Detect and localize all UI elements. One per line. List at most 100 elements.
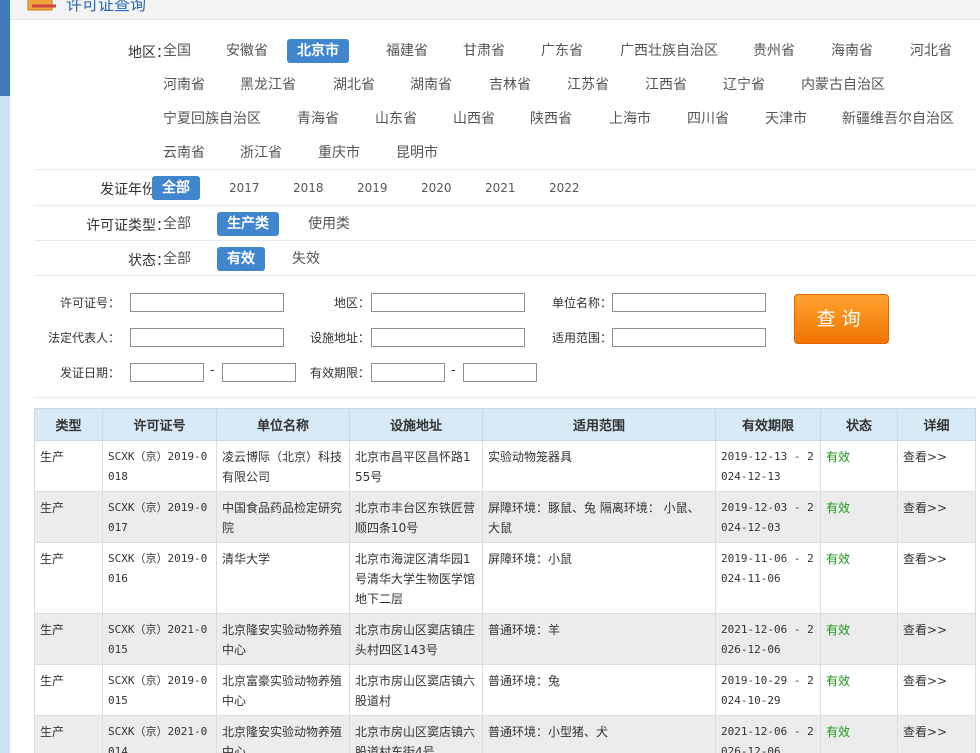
region-option[interactable]: 贵州省: [753, 39, 795, 63]
region-option[interactable]: 全国: [163, 39, 191, 63]
detail-link[interactable]: 查看>>: [897, 613, 976, 665]
title-bar: 许可证查询: [10, 0, 980, 20]
validity-cell: 2019-11-06 - 2024-11-06: [715, 542, 821, 614]
region-option[interactable]: 宁夏回族自治区: [163, 107, 261, 131]
validity-cell: 2019-10-29 - 2024-10-29: [715, 664, 821, 716]
region-option[interactable]: 甘肃省: [463, 39, 505, 63]
facility-addr-input[interactable]: [371, 328, 525, 347]
detail-link[interactable]: 查看>>: [897, 491, 976, 543]
unit-name-input[interactable]: [612, 293, 766, 312]
validity-end-input[interactable]: [463, 363, 537, 382]
region-option[interactable]: 海南省: [831, 39, 873, 63]
region-option[interactable]: 重庆市: [318, 141, 360, 165]
facility-address-cell: 北京市房山区窦店镇庄头村四区143号: [349, 613, 483, 665]
detail-link[interactable]: 查看>>: [897, 664, 976, 716]
region-option[interactable]: 福建省: [386, 39, 428, 63]
region-option[interactable]: 新疆维吾尔自治区: [842, 107, 954, 131]
status-cell: 有效: [820, 664, 898, 716]
region-option[interactable]: 江西省: [645, 73, 687, 97]
facility-addr-label: 设施地址：: [309, 331, 370, 345]
table-row: 生产 SCXK（京）2019-0015 北京富豪实验动物养殖中心 北京市房山区窦店镇六…: [34, 664, 976, 716]
search-form: 许可证号： 地区： 单位名称： 法定代表人： 设施地址： 适用范围： 发证日期：…: [34, 284, 976, 398]
status-option[interactable]: 失效: [292, 247, 320, 271]
column-header: 适用范围: [482, 408, 716, 441]
issue-date-end-input[interactable]: [222, 363, 296, 382]
column-header: 许可证号: [102, 408, 217, 441]
region-search-input[interactable]: [371, 293, 525, 312]
unit-name-cell: 清华大学: [216, 542, 350, 614]
type-option[interactable]: 全部: [163, 212, 191, 236]
type-option[interactable]: 生产类: [217, 212, 279, 236]
region-option[interactable]: 河南省: [163, 73, 205, 97]
facility-address-cell: 北京市房山区窦店镇六股道村东街4号: [349, 715, 483, 753]
region-option[interactable]: 云南省: [163, 141, 205, 165]
table-body: 生产 SCXK（京）2019-0018 凌云博际（北京）科技有限公司 北京市昌平区昌怀…: [34, 440, 976, 753]
unit-name-cell: 北京隆安实验动物养殖中心: [216, 715, 350, 753]
scope-cell: 普通环境：兔: [482, 664, 716, 716]
column-header: 详细: [897, 408, 976, 441]
column-header: 状态: [820, 408, 898, 441]
region-option[interactable]: 上海市: [609, 107, 651, 131]
detail-link[interactable]: 查看>>: [897, 542, 976, 614]
year-option[interactable]: 2020: [421, 176, 452, 200]
query-button[interactable]: 查询: [794, 294, 889, 344]
status-option[interactable]: 有效: [217, 247, 265, 271]
table-row: 生产 SCXK（京）2021-0014 北京隆安实验动物养殖中心 北京市房山区窦店镇六…: [34, 715, 976, 753]
issue-date-label: 发证日期：: [59, 366, 120, 380]
region-option[interactable]: 昆明市: [396, 141, 438, 165]
scope-input[interactable]: [612, 328, 766, 347]
region-option[interactable]: 天津市: [765, 107, 807, 131]
region-option[interactable]: 吉林省: [489, 73, 531, 97]
region-option[interactable]: 安徽省: [226, 39, 268, 63]
legal-rep-label: 法定代表人：: [47, 331, 120, 345]
region-option[interactable]: 青海省: [297, 107, 339, 131]
region-option[interactable]: 湖北省: [333, 73, 375, 97]
region-option[interactable]: 四川省: [687, 107, 729, 131]
validity-dash: -: [451, 363, 456, 378]
detail-link[interactable]: 查看>>: [897, 715, 976, 753]
table-row: 生产 SCXK（京）2019-0018 凌云博际（北京）科技有限公司 北京市昌平区昌怀…: [34, 440, 976, 492]
region-option[interactable]: 北京市: [287, 39, 349, 63]
region-option[interactable]: 内蒙古自治区: [801, 73, 885, 97]
year-option[interactable]: 2022: [549, 176, 580, 200]
status-filter: 状态： 全部 有效 失效: [34, 242, 976, 276]
validity-start-input[interactable]: [371, 363, 445, 382]
year-option[interactable]: 2021: [485, 176, 516, 200]
type-cell: 生产: [34, 542, 103, 614]
region-option[interactable]: 江苏省: [567, 73, 609, 97]
year-option[interactable]: 全部: [152, 176, 200, 200]
type-option[interactable]: 使用类: [308, 212, 350, 236]
license-no-input[interactable]: [130, 293, 284, 312]
region-option[interactable]: 山东省: [375, 107, 417, 131]
region-search-label: 地区：: [333, 296, 370, 310]
unit-name-cell: 中国食品药品检定研究院: [216, 491, 350, 543]
region-option[interactable]: 河北省: [910, 39, 952, 63]
column-header: 设施地址: [349, 408, 483, 441]
status-cell: 有效: [820, 542, 898, 614]
license-no-cell: SCXK（京）2019-0018: [102, 440, 217, 492]
region-option[interactable]: 黑龙江省: [240, 73, 296, 97]
left-sidebar-accent: [0, 0, 10, 96]
year-option[interactable]: 2017: [229, 176, 260, 200]
region-option[interactable]: 陕西省: [530, 107, 572, 131]
type-cell: 生产: [34, 613, 103, 665]
detail-link[interactable]: 查看>>: [897, 440, 976, 492]
region-option[interactable]: 湖南省: [410, 73, 452, 97]
region-option[interactable]: 广东省: [541, 39, 583, 63]
year-filter: 发证年份： 全部 2017 2018 2019 2020 2021 2022: [34, 171, 976, 206]
license-no-cell: SCXK（京）2021-0015: [102, 613, 217, 665]
unit-name-cell: 凌云博际（北京）科技有限公司: [216, 440, 350, 492]
region-option[interactable]: 广西壮族自治区: [620, 39, 718, 63]
type-cell: 生产: [34, 440, 103, 492]
legal-rep-input[interactable]: [130, 328, 284, 347]
year-option[interactable]: 2018: [293, 176, 324, 200]
validity-cell: 2021-12-06 - 2026-12-06: [715, 613, 821, 665]
issue-date-start-input[interactable]: [130, 363, 204, 382]
region-option[interactable]: 浙江省: [240, 141, 282, 165]
scope-cell: 普通环境：小型猪、犬: [482, 715, 716, 753]
status-option[interactable]: 全部: [163, 247, 191, 271]
region-option[interactable]: 山西省: [453, 107, 495, 131]
region-option[interactable]: 辽宁省: [723, 73, 765, 97]
year-option[interactable]: 2019: [357, 176, 388, 200]
validity-label: 有效期限：: [309, 366, 370, 380]
